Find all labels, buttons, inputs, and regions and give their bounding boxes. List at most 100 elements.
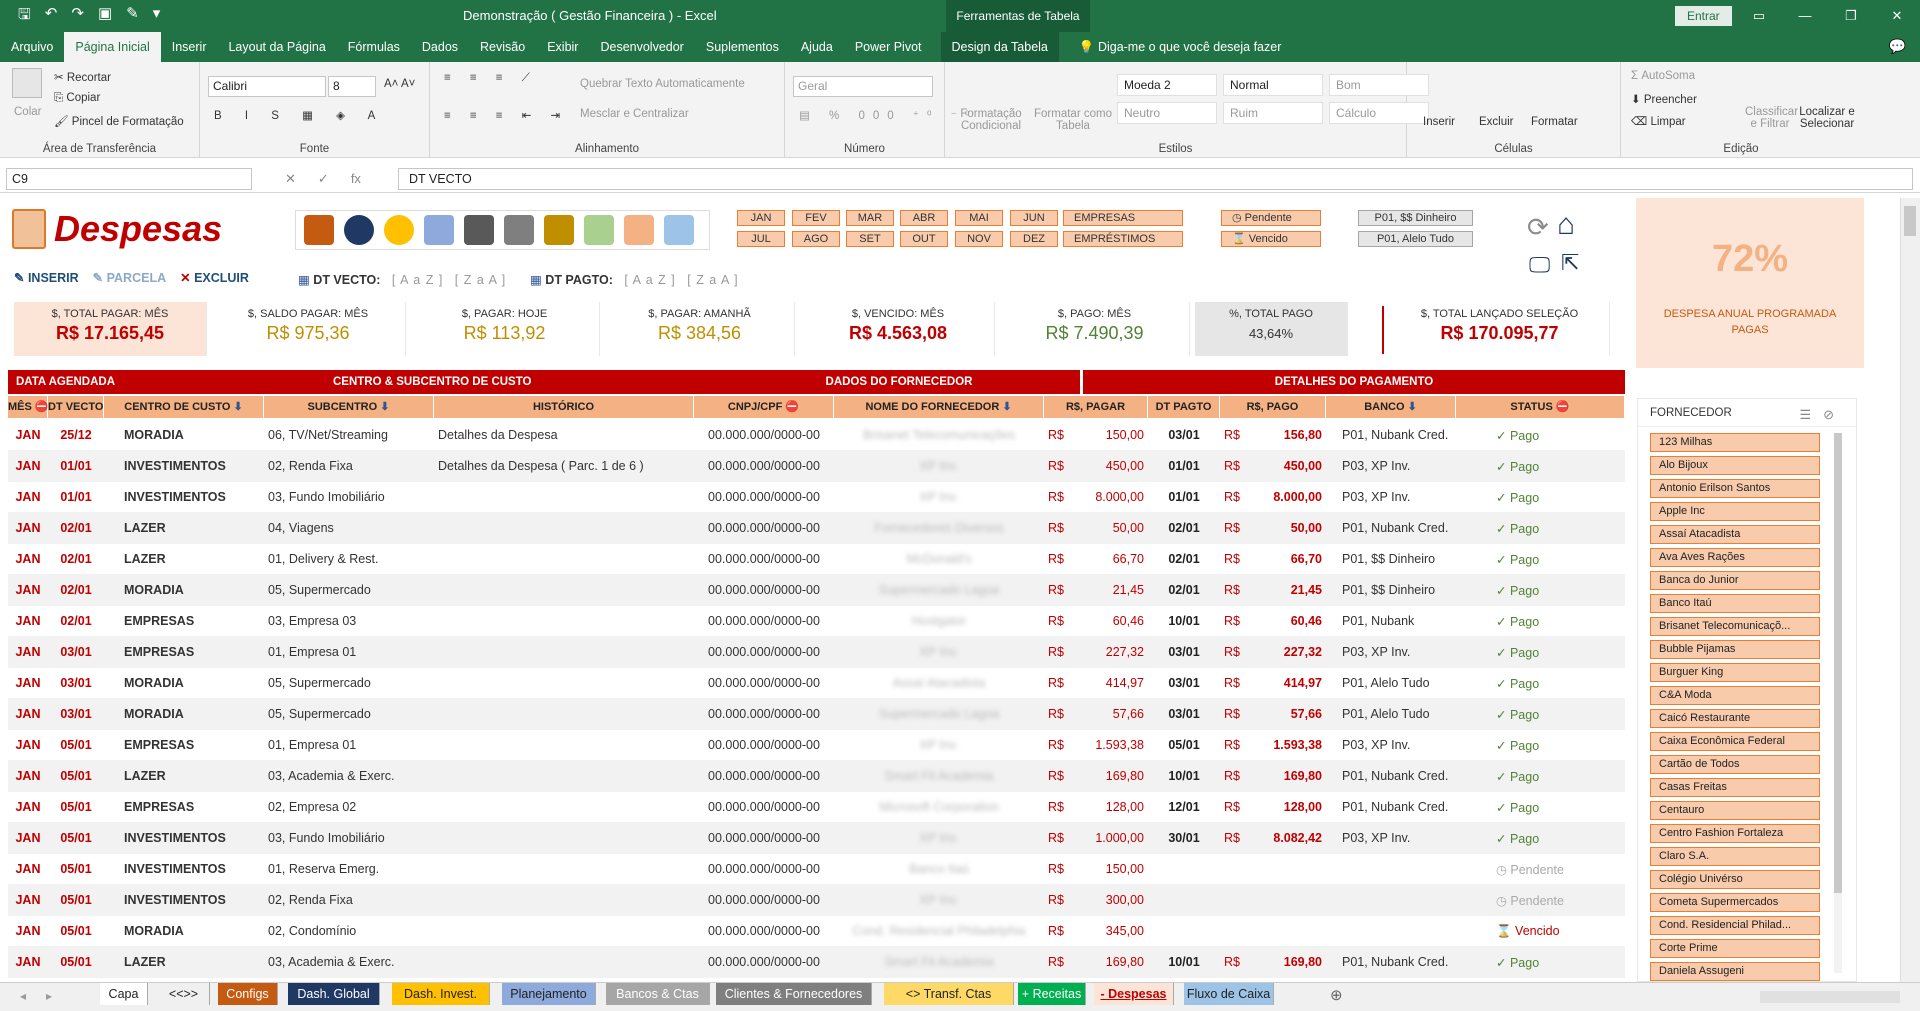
- font-size-select[interactable]: 8: [328, 76, 376, 97]
- month-btn-jan[interactable]: JAN: [737, 210, 785, 226]
- ribbon-tab-9[interactable]: Suplementos: [695, 32, 790, 62]
- slicer-item[interactable]: Apple Inc: [1650, 502, 1820, 521]
- col-header-5[interactable]: CNPJ/CPF ⛔: [694, 396, 834, 418]
- style-moeda2[interactable]: Moeda 2: [1117, 74, 1217, 96]
- fill-button[interactable]: ⬇ Preencher: [1631, 92, 1697, 106]
- table-row[interactable]: JAN 02/01 LAZER 01, Delivery & Rest. 00.000.…: [8, 544, 1625, 575]
- col-header-2[interactable]: CENTRO DE CUSTO ⬇: [104, 396, 264, 418]
- slicer-item[interactable]: Caixa Econômica Federal: [1650, 732, 1820, 751]
- sort-dt-pagto-za[interactable]: [ Z a A ]: [687, 273, 738, 287]
- building-icon[interactable]: [504, 215, 534, 245]
- slicer-item[interactable]: Banco Itaú: [1650, 594, 1820, 613]
- filter-clear-icon[interactable]: ⛔: [1553, 401, 1570, 413]
- slicer-scrollbar[interactable]: [1834, 433, 1842, 973]
- slicer-item[interactable]: Centauro: [1650, 801, 1820, 820]
- report-icon[interactable]: [584, 215, 614, 245]
- conditional-formatting-button[interactable]: Formatação Condicional: [951, 108, 1031, 132]
- slicer-item[interactable]: Cartão de Todos: [1650, 755, 1820, 774]
- slicer-item[interactable]: C&A Moda: [1650, 686, 1820, 705]
- sort-dt-pagto-az[interactable]: [ A a Z ]: [624, 273, 675, 287]
- table-row[interactable]: JAN 05/01 INVESTIMENTOS 01, Reserva Emerg. 0…: [8, 854, 1625, 885]
- sheet-tab-7[interactable]: Clientes & Fornecedores: [716, 983, 872, 1005]
- month-btn-mai[interactable]: MAI: [955, 210, 1003, 226]
- home-icon[interactable]: ⌂: [1557, 208, 1575, 242]
- format-as-table-button[interactable]: Formatar como Tabela: [1033, 108, 1113, 132]
- insert-cells-button[interactable]: Inserir: [1423, 116, 1455, 128]
- tell-me-box[interactable]: 💡 Diga-me o que você deseja fazer: [1079, 32, 1281, 62]
- sheet-tab-6[interactable]: Bancos & Ctas: [606, 983, 710, 1005]
- table-row[interactable]: JAN 02/01 LAZER 04, Viagens 00.000.000/0000-…: [8, 513, 1625, 544]
- slicer-item[interactable]: Claro S.A.: [1650, 847, 1820, 866]
- add-sheet-icon[interactable]: ⊕: [1330, 986, 1343, 1004]
- slicer-item[interactable]: Corte Prime: [1650, 939, 1820, 958]
- sort-filter-button[interactable]: Classificar e Filtrar: [1745, 106, 1798, 130]
- sheet-tab-4[interactable]: Dash. Invest.: [392, 983, 490, 1005]
- undo-icon[interactable]: ↶: [45, 4, 58, 29]
- ribbon-tab-1[interactable]: Página Inicial: [64, 32, 161, 62]
- grow-font-icon[interactable]: A˄ A˅: [384, 78, 415, 90]
- col-header-9[interactable]: R$, PAGO: [1220, 396, 1326, 418]
- ribbon-tab-8[interactable]: Desenvolvedor: [589, 32, 694, 62]
- slicer-item[interactable]: Centro Fashion Fortaleza: [1650, 824, 1820, 843]
- filter-vencido[interactable]: ⌛ Vencido: [1221, 231, 1321, 247]
- format-cells-button[interactable]: Formatar: [1531, 116, 1578, 128]
- slicer-item[interactable]: Daniela Assugeni: [1650, 962, 1820, 981]
- paste-button[interactable]: Colar: [14, 106, 41, 118]
- autosum-button[interactable]: Σ AutoSoma: [1631, 70, 1695, 82]
- donut-chart-icon[interactable]: [384, 215, 414, 245]
- horizontal-align-icons[interactable]: ≡ ≡ ≡ ⇤ ⇥: [444, 108, 568, 122]
- clear-filter-icon[interactable]: ⊘: [1823, 407, 1846, 422]
- month-btn-jul[interactable]: JUL: [737, 231, 785, 247]
- slicer-item[interactable]: Antonio Erilson Santos: [1650, 479, 1820, 498]
- multiselect-icon[interactable]: ☰: [1799, 407, 1823, 422]
- monitor-icon[interactable]: 🖵: [1529, 252, 1550, 278]
- brush-icon[interactable]: ✎: [126, 4, 139, 29]
- delete-cells-button[interactable]: Excluir: [1479, 116, 1514, 128]
- col-header-3[interactable]: SUBCENTRO ⬇: [264, 396, 434, 418]
- bold-italic-underline-icons[interactable]: B I S ▦ ◈ A: [214, 108, 385, 122]
- function-icon[interactable]: fx: [351, 171, 361, 187]
- month-btn-dez[interactable]: DEZ: [1010, 231, 1058, 247]
- redo-icon[interactable]: ↷: [71, 4, 84, 29]
- table-row[interactable]: JAN 03/01 MORADIA 05, Supermercado 00.000.00…: [8, 699, 1625, 730]
- sheet-tab-1[interactable]: <<>>: [158, 983, 210, 1005]
- clear-button[interactable]: ⌫ Limpar: [1631, 114, 1686, 128]
- slicer-item[interactable]: Bubble Pijamas: [1650, 640, 1820, 659]
- customize-icon[interactable]: ▾: [153, 4, 161, 29]
- sheet-tab-10[interactable]: - Despesas: [1094, 983, 1174, 1005]
- month-btn-nov[interactable]: NOV: [955, 231, 1003, 247]
- ribbon-display-icon[interactable]: ▭: [1736, 0, 1782, 32]
- col-header-0[interactable]: MÊS ⛔: [8, 396, 49, 418]
- table-row[interactable]: JAN 02/01 MORADIA 05, Supermercado 00.000.00…: [8, 575, 1625, 606]
- col-header-10[interactable]: BANCO ⬇: [1326, 396, 1456, 418]
- sort-dt-vecto-za[interactable]: [ Z a A ]: [455, 273, 506, 287]
- slicer-item[interactable]: Assaí Atacadista: [1650, 525, 1820, 544]
- filter-emprestimos[interactable]: EMPRÉSTIMOS: [1063, 231, 1183, 247]
- table-row[interactable]: JAN 05/01 EMPRESAS 02, Empresa 02 00.000.000…: [8, 792, 1625, 823]
- filter-clear-icon[interactable]: ⛔: [32, 401, 49, 413]
- filter-bank-alelo[interactable]: P01, Alelo Tudo: [1358, 231, 1473, 247]
- formula-input[interactable]: DT VECTO: [398, 168, 1913, 190]
- table-row[interactable]: JAN 25/12 MORADIA 06, TV/Net/Streaming Detal…: [8, 420, 1625, 451]
- sort-dt-vecto-az[interactable]: [ A a Z ]: [392, 273, 443, 287]
- table-row[interactable]: JAN 05/01 LAZER 03, Academia & Exerc. 00.000…: [8, 947, 1625, 978]
- col-header-4[interactable]: HISTÓRICO: [434, 396, 694, 418]
- format-painter-button[interactable]: 🖌 Pincel de Formatação: [54, 114, 184, 128]
- table-row[interactable]: JAN 03/01 MORADIA 05, Supermercado 00.000.00…: [8, 668, 1625, 699]
- table-row[interactable]: JAN 05/01 LAZER 03, Academia & Exerc. 00.000…: [8, 761, 1625, 792]
- check-icon[interactable]: ✓: [318, 171, 329, 187]
- horizontal-scrollbar[interactable]: [1760, 991, 1900, 1003]
- ribbon-tab-0[interactable]: Arquivo: [0, 32, 64, 62]
- table-row[interactable]: JAN 01/01 INVESTIMENTOS 02, Renda Fixa Detal…: [8, 451, 1625, 482]
- vertical-scrollbar[interactable]: [1900, 198, 1920, 982]
- slicer-item[interactable]: Banca do Junior: [1650, 571, 1820, 590]
- gears-icon[interactable]: [304, 215, 334, 245]
- sheet-tab-11[interactable]: Fluxo de Caixa: [1184, 983, 1274, 1005]
- save-icon[interactable]: 🖫: [18, 4, 31, 29]
- pie-chart-icon[interactable]: [344, 215, 374, 245]
- table-row[interactable]: JAN 05/01 INVESTIMENTOS 02, Renda Fixa 00.00…: [8, 885, 1625, 916]
- cashflow-icon[interactable]: [664, 215, 694, 245]
- ribbon-tab-4[interactable]: Fórmulas: [337, 32, 411, 62]
- font-name-select[interactable]: Calibri: [208, 76, 326, 97]
- col-header-7[interactable]: R$, PAGAR: [1044, 396, 1148, 418]
